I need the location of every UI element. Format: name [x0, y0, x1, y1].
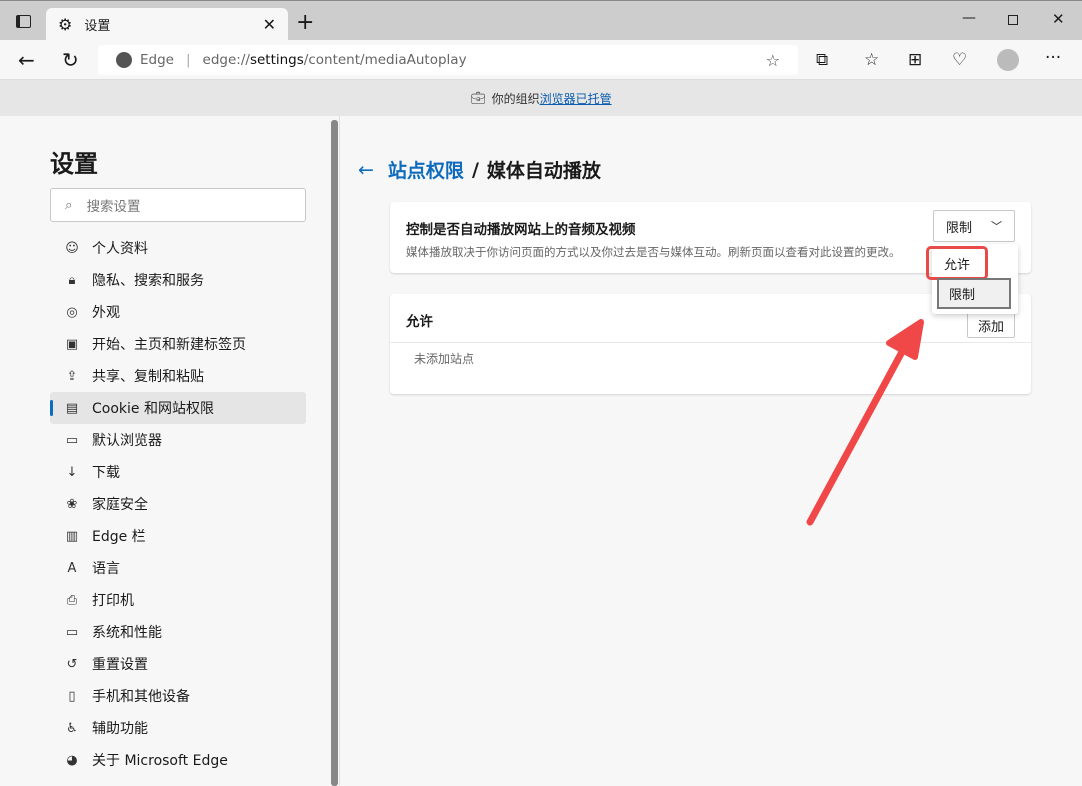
- arrow-head: [886, 319, 924, 360]
- annotation-arrow: [806, 319, 924, 526]
- arrow-shaft: [806, 346, 907, 526]
